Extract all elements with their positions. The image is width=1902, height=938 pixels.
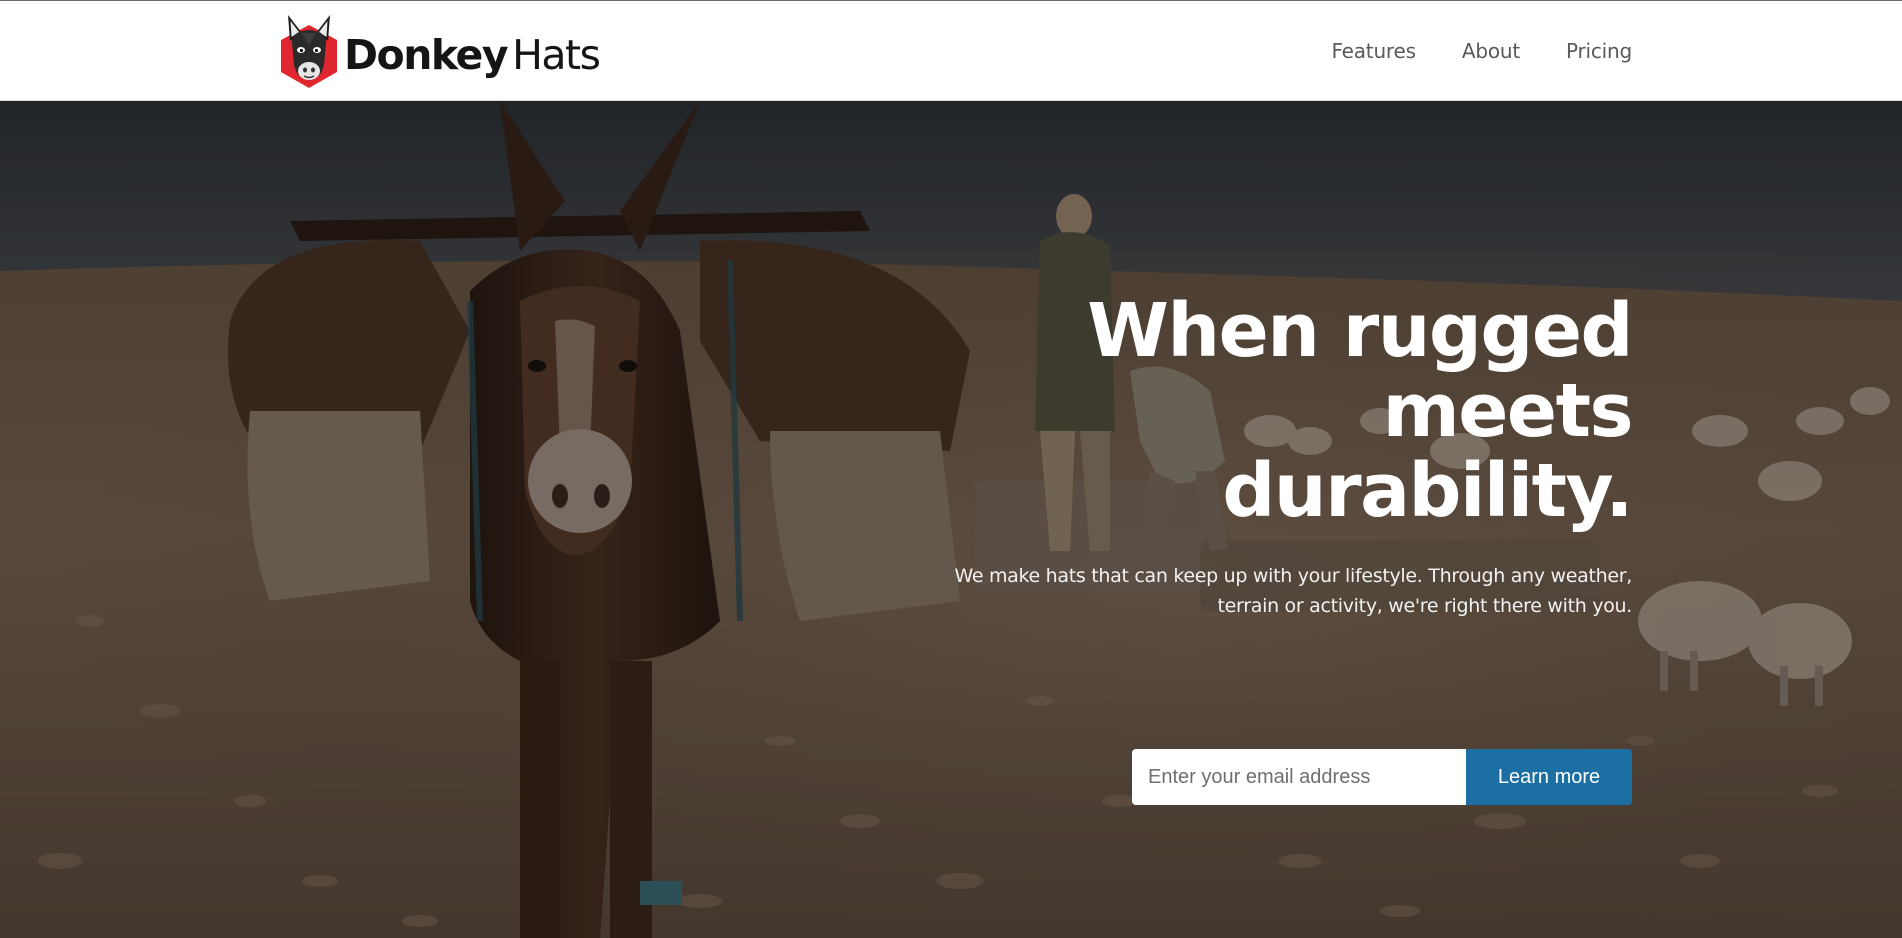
donkey-head-icon bbox=[281, 15, 337, 88]
brand-logo[interactable]: Donkey Hats bbox=[276, 9, 601, 93]
nav-link-features[interactable]: Features bbox=[1331, 39, 1416, 63]
email-input[interactable] bbox=[1132, 749, 1466, 805]
hero-subtext: We make hats that can keep up with your … bbox=[954, 565, 1632, 617]
brand-wordmark: Donkey Hats bbox=[344, 31, 601, 79]
hero-headline-line3: durability. bbox=[1222, 448, 1633, 534]
brand-name-part1: Donkey bbox=[344, 31, 509, 79]
hero-headline: When rugged meets durability. bbox=[912, 288, 1634, 534]
hero-section: When rugged meets durability. We make ha… bbox=[0, 101, 1902, 938]
learn-more-button[interactable]: Learn more bbox=[1466, 749, 1632, 805]
hero-content: When rugged meets durability. We make ha… bbox=[912, 288, 1634, 805]
nav-link-about[interactable]: About bbox=[1462, 39, 1520, 63]
hero-headline-line1: When rugged bbox=[1087, 288, 1633, 374]
hero-headline-line2: meets bbox=[1382, 368, 1634, 454]
nav-link-pricing[interactable]: Pricing bbox=[1566, 39, 1632, 63]
email-signup-form: Learn more bbox=[1132, 749, 1632, 805]
site-header: Donkey Hats Features About Pricing bbox=[0, 1, 1902, 101]
landing-page: Donkey Hats Features About Pricing When … bbox=[0, 0, 1902, 938]
brand-name-part2: Hats bbox=[512, 31, 601, 79]
main-nav: Features About Pricing bbox=[1331, 39, 1632, 63]
